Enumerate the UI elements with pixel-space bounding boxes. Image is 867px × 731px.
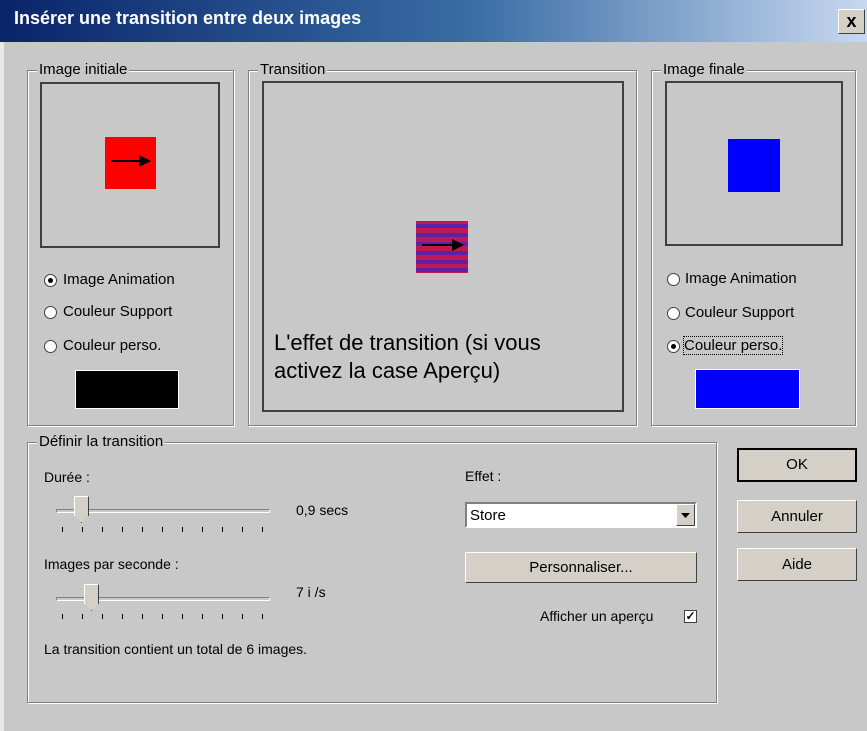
fps-value: 7 i /s xyxy=(296,584,326,600)
close-button[interactable]: x xyxy=(838,9,865,34)
initial-option-support[interactable]: Couleur Support xyxy=(63,303,172,320)
slider-tick xyxy=(142,527,143,532)
slider-tick xyxy=(202,614,203,619)
chevron-down-icon xyxy=(681,513,690,518)
slider-tick xyxy=(102,527,103,532)
slider-tick xyxy=(262,614,263,619)
initial-color-fill xyxy=(76,371,178,408)
customize-button[interactable]: Personnaliser... xyxy=(465,552,697,583)
slider-tick xyxy=(162,614,163,619)
preview-checkbox[interactable]: ✓ xyxy=(684,610,697,623)
transition-thumbnail xyxy=(416,221,468,273)
slider-tick xyxy=(182,527,183,532)
effect-label: Effet : xyxy=(465,468,502,484)
final-option-support[interactable]: Couleur Support xyxy=(685,304,794,321)
transition-annotation: L'effet de transition (si vous activez l… xyxy=(274,329,541,385)
slider-tick xyxy=(122,527,123,532)
slider-tick xyxy=(102,614,103,619)
final-radio-animation[interactable] xyxy=(667,273,680,286)
final-radio-support[interactable] xyxy=(667,307,680,320)
transition-annotation-line2: activez la case Aperçu) xyxy=(274,358,501,383)
transition-legend: Transition xyxy=(258,61,328,78)
final-color-fill xyxy=(696,370,799,408)
final-option-custom[interactable]: Couleur perso. xyxy=(682,336,784,355)
slider-tick xyxy=(242,614,243,619)
help-button[interactable]: Aide xyxy=(737,548,857,581)
transition-annotation-line1: L'effet de transition (si vous xyxy=(274,330,541,355)
transition-summary: La transition contient un total de 6 ima… xyxy=(44,641,308,657)
slider-tick xyxy=(202,527,203,532)
slider-tick xyxy=(222,614,223,619)
window-title: Insérer une transition entre deux images xyxy=(14,8,362,28)
slider-tick xyxy=(62,614,63,619)
slider-tick xyxy=(182,614,183,619)
initial-option-custom[interactable]: Couleur perso. xyxy=(63,337,161,354)
effect-select[interactable]: Store xyxy=(465,502,697,528)
initial-radio-custom[interactable] xyxy=(44,340,57,353)
duration-label: Durée : xyxy=(44,469,90,485)
preview-checkbox-label[interactable]: Afficher un aperçu xyxy=(540,608,653,624)
define-transition-legend: Définir la transition xyxy=(37,433,166,450)
slider-tick xyxy=(162,527,163,532)
arrow-right-icon xyxy=(111,155,151,167)
ok-button[interactable]: OK xyxy=(737,448,857,482)
slider-tick xyxy=(62,527,63,532)
cancel-button[interactable]: Annuler xyxy=(737,500,857,533)
initial-color-swatch[interactable] xyxy=(75,370,179,409)
final-image-legend: Image finale xyxy=(661,61,747,78)
initial-radio-animation[interactable] xyxy=(44,274,57,287)
slider-tick xyxy=(242,527,243,532)
slider-tick xyxy=(122,614,123,619)
duration-value: 0,9 secs xyxy=(296,502,349,518)
initial-image-legend: Image initiale xyxy=(37,61,130,78)
final-radio-custom[interactable] xyxy=(667,340,680,353)
slider-tick xyxy=(82,614,83,619)
effect-dropdown-button[interactable] xyxy=(676,504,695,526)
checkmark-icon: ✓ xyxy=(685,609,696,623)
fps-label: Images par seconde : xyxy=(44,556,179,572)
slider-tick xyxy=(142,614,143,619)
slider-tick xyxy=(262,527,263,532)
final-color-swatch[interactable] xyxy=(695,369,800,409)
slider-tick xyxy=(222,527,223,532)
initial-option-animation[interactable]: Image Animation xyxy=(63,271,175,288)
effect-select-value: Store xyxy=(470,507,506,524)
slider-tick xyxy=(82,527,83,532)
window-edge xyxy=(0,42,4,731)
initial-radio-support[interactable] xyxy=(44,306,57,319)
final-option-animation[interactable]: Image Animation xyxy=(685,270,797,287)
final-image-thumbnail xyxy=(728,139,780,192)
